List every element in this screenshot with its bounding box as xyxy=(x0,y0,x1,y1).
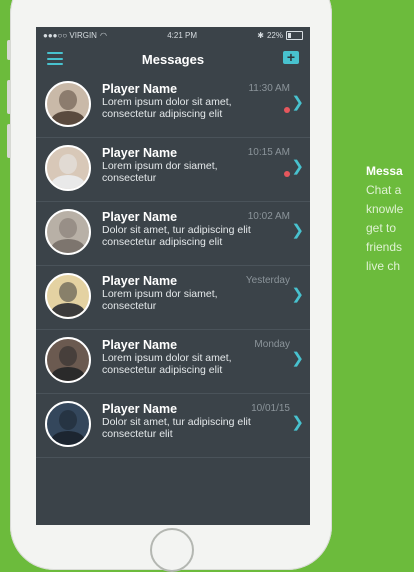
status-time: 4:21 PM xyxy=(167,31,197,40)
message-time: 10:15 AM xyxy=(247,147,290,158)
message-preview: Lorem ipsum dor siamet, consectetur xyxy=(102,288,218,312)
message-row[interactable]: Player Name Lorem ipsum dolor sit amet, c… xyxy=(36,74,310,138)
wifi-icon: ◠ xyxy=(99,31,107,40)
message-row[interactable]: Player Name Lorem ipsum dor siamet, conse… xyxy=(36,138,310,202)
message-text: Player Name Dolor sit amet, tur adipiscin… xyxy=(102,402,257,440)
volume-up-button xyxy=(7,80,11,114)
player-name: Player Name xyxy=(102,338,178,352)
avatar xyxy=(45,337,91,383)
player-name: Player Name xyxy=(102,82,178,96)
message-preview: Dolor sit amet, tur adipiscing elit cons… xyxy=(102,224,251,248)
message-text: Player Name Lorem ipsum dolor sit amet, c… xyxy=(102,82,257,120)
message-row[interactable]: Player Name Lorem ipsum dolor sit amet, c… xyxy=(36,330,310,394)
mute-switch xyxy=(7,40,11,60)
avatar xyxy=(45,273,91,319)
nav-bar: Messages + xyxy=(36,44,310,74)
volume-down-button xyxy=(7,124,11,158)
phone-screen: ●●●○○ VIRGIN ◠ 4:21 PM ✱ 22% Messages + … xyxy=(36,27,310,525)
message-time: 10:02 AM xyxy=(247,211,290,222)
message-list: Player Name Lorem ipsum dolor sit amet, c… xyxy=(36,74,310,458)
message-row[interactable]: Player Name Lorem ipsum dor siamet, conse… xyxy=(36,266,310,330)
promo-line: live ch xyxy=(366,259,401,273)
page-title: Messages xyxy=(141,51,205,67)
status-right: ✱ 22% xyxy=(257,31,303,40)
promo-line: friends xyxy=(366,240,403,254)
message-time: Yesterday xyxy=(245,275,290,286)
chevron-right-icon[interactable]: ❯ xyxy=(291,349,304,367)
home-button[interactable] xyxy=(150,528,194,572)
carrier-label: ●●●○○ VIRGIN xyxy=(43,31,97,40)
promo-heading: Messa xyxy=(366,164,403,178)
promo-text: Messa Chat a knowle get to friends live … xyxy=(366,162,414,276)
message-preview: Lorem ipsum dor siamet, consectetur xyxy=(102,160,218,184)
battery-icon xyxy=(285,31,303,40)
status-left: ●●●○○ VIRGIN ◠ xyxy=(43,31,107,40)
message-text: Player Name Lorem ipsum dolor sit amet, c… xyxy=(102,338,257,376)
message-row[interactable]: Player Name Dolor sit amet, tur adipiscin… xyxy=(36,394,310,458)
player-name: Player Name xyxy=(102,402,178,416)
message-time: 11:30 AM xyxy=(248,83,290,94)
battery-percent: 22% xyxy=(266,31,283,40)
avatar xyxy=(45,81,91,127)
player-name: Player Name xyxy=(102,274,178,288)
message-row[interactable]: Player Name Dolor sit amet, tur adipiscin… xyxy=(36,202,310,266)
chevron-right-icon[interactable]: ❯ xyxy=(291,157,304,175)
promo-line: Chat a xyxy=(366,183,402,197)
message-text: Player Name Dolor sit amet, tur adipiscin… xyxy=(102,210,257,248)
player-name: Player Name xyxy=(102,210,178,224)
unread-dot-icon xyxy=(284,107,290,113)
message-preview: Lorem ipsum dolor sit amet, consectetur … xyxy=(102,96,232,120)
status-bar: ●●●○○ VIRGIN ◠ 4:21 PM ✱ 22% xyxy=(36,27,310,44)
player-name: Player Name xyxy=(102,146,178,160)
unread-dot-icon xyxy=(284,171,290,177)
chevron-right-icon[interactable]: ❯ xyxy=(291,93,304,111)
hamburger-menu-icon[interactable] xyxy=(47,52,63,65)
compose-message-icon[interactable]: + xyxy=(283,50,299,64)
bluetooth-icon: ✱ xyxy=(257,31,264,40)
avatar xyxy=(45,401,91,447)
avatar xyxy=(45,145,91,191)
chevron-right-icon[interactable]: ❯ xyxy=(291,285,304,303)
chevron-right-icon[interactable]: ❯ xyxy=(291,413,304,431)
message-time: 10/01/15 xyxy=(251,403,290,414)
message-preview: Dolor sit amet, tur adipiscing elit cons… xyxy=(102,416,251,440)
chevron-right-icon[interactable]: ❯ xyxy=(291,221,304,239)
message-text: Player Name Lorem ipsum dor siamet, conse… xyxy=(102,274,257,312)
promo-line: get to xyxy=(366,221,397,235)
message-preview: Lorem ipsum dolor sit amet, consectetur … xyxy=(102,352,232,376)
avatar xyxy=(45,209,91,255)
message-text: Player Name Lorem ipsum dor siamet, conse… xyxy=(102,146,257,184)
message-time: Monday xyxy=(254,339,290,350)
promo-line: knowle xyxy=(366,202,404,216)
